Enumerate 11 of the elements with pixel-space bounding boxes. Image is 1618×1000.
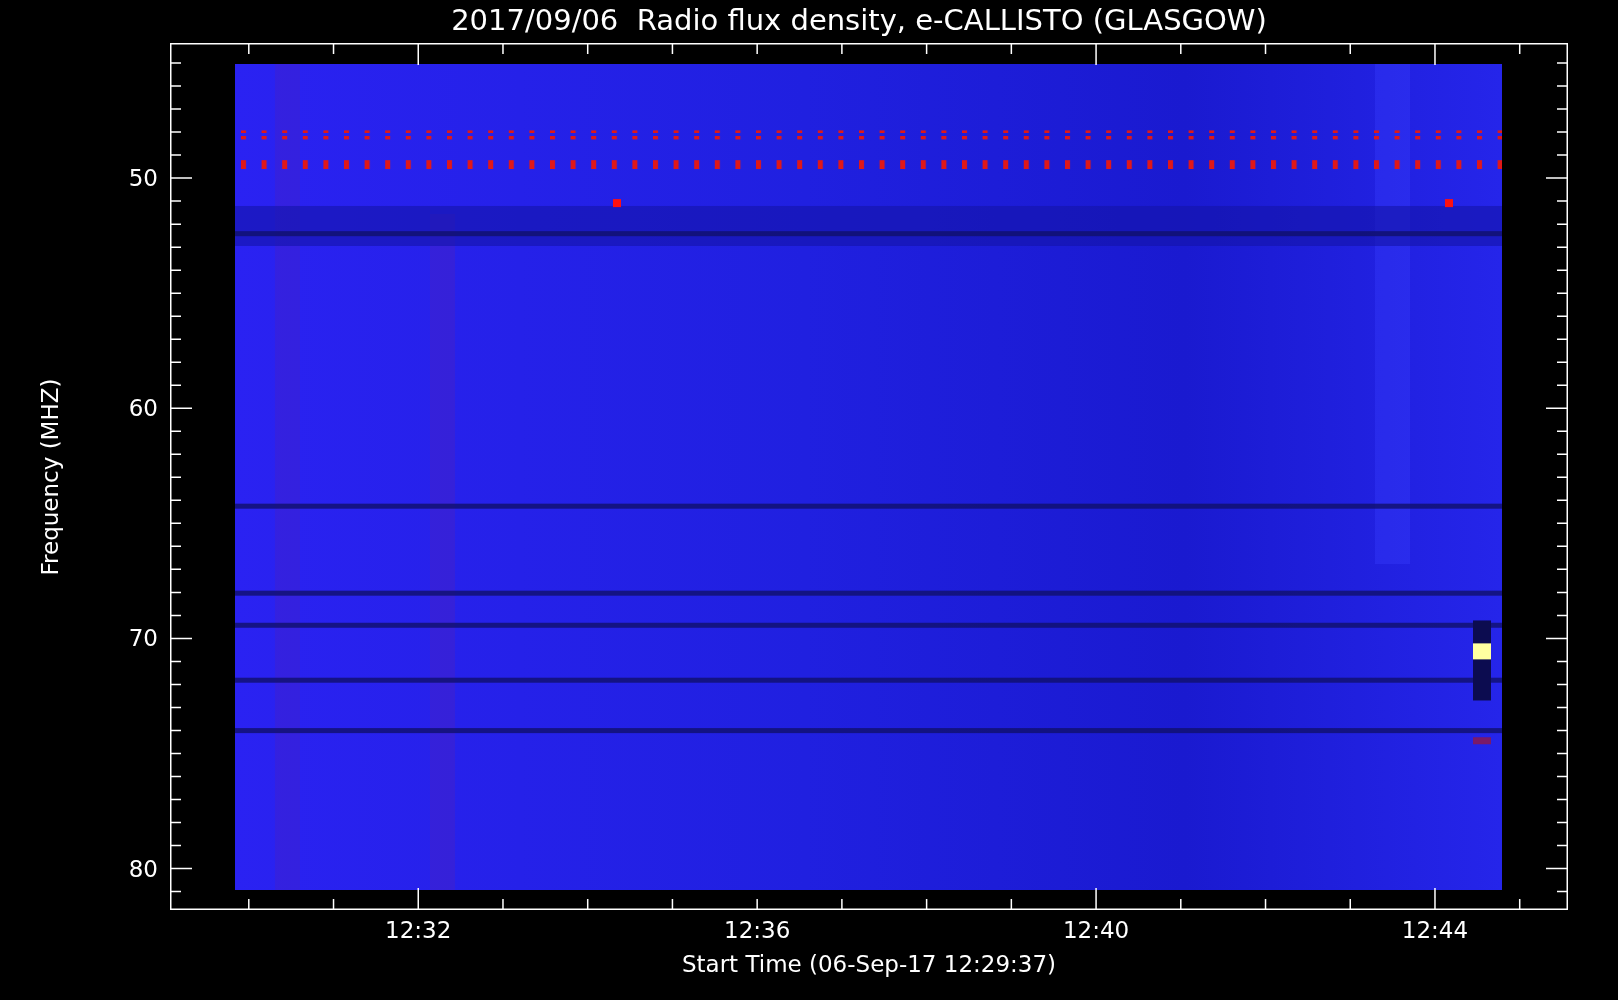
- x-tick-label: 12:36: [724, 916, 791, 944]
- y-tick-label: 70: [128, 624, 158, 653]
- y-tick-label: 80: [128, 854, 158, 883]
- x-tick-label: 12:44: [1401, 916, 1469, 944]
- chart-title: 2017/09/06 Radio flux density, e-CALLISTO (GLASGOW): [451, 2, 1267, 39]
- y-tick-label: 50: [128, 164, 158, 193]
- x-axis-title: Start Time (06-Sep-17 12:29:37): [681, 950, 1057, 978]
- x-tick-label: 12:32: [385, 916, 452, 944]
- x-tick-label: 12:40: [1062, 916, 1130, 944]
- y-tick-label: 60: [128, 394, 158, 423]
- y-axis-title: Frequency (MHZ): [37, 378, 63, 575]
